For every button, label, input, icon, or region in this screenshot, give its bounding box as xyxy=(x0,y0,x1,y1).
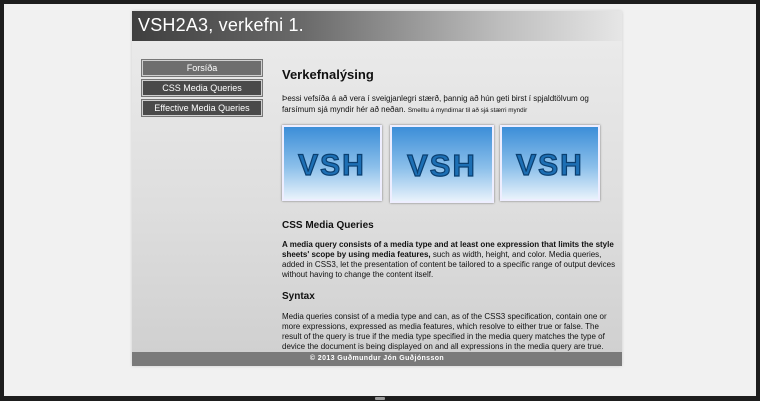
intro-hint: Smelltu á myndirnar til að sjá stærri my… xyxy=(407,107,528,114)
page-heading: Verkefnalýsing xyxy=(282,67,374,82)
section-heading-syntax: Syntax xyxy=(282,291,315,302)
section-text-syntax: Media queries consist of a media type an… xyxy=(282,312,607,351)
intro-text: Þessi vefsíða á að vera í sveigjanlegri … xyxy=(282,93,612,116)
sidebar-nav: Forsíða CSS Media Queries Effective Medi… xyxy=(142,60,262,120)
vsh-thumbnail-3[interactable]: VSH xyxy=(500,125,600,201)
section-text-css-media-queries: A media query consists of a media type a… xyxy=(282,240,618,280)
nav-item-css-media-queries[interactable]: CSS Media Queries xyxy=(142,80,262,96)
vsh-logo-image: VSH xyxy=(516,148,584,182)
thumb-text: VSH xyxy=(407,148,477,183)
vsh-thumbnail-2[interactable]: VSH xyxy=(390,125,494,203)
thumb-text: VSH xyxy=(516,149,584,182)
thumb-text: VSH xyxy=(298,149,366,182)
nav-item-effective-media-queries[interactable]: Effective Media Queries xyxy=(142,100,262,116)
vsh-thumbnail-1[interactable]: VSH xyxy=(282,125,382,201)
resize-grip[interactable] xyxy=(375,397,385,400)
vsh-logo-image: VSH xyxy=(298,148,366,182)
site-title: VSH2A3, verkefni 1. xyxy=(138,15,304,35)
site-header: VSH2A3, verkefni 1. xyxy=(132,11,622,41)
section-heading-css-media-queries: CSS Media Queries xyxy=(282,220,374,231)
site-footer: © 2013 Guðmundur Jón Guðjónsson xyxy=(132,352,622,366)
nav-item-forsida[interactable]: Forsíða xyxy=(142,60,262,76)
vsh-logo-image: VSH xyxy=(407,147,477,183)
main-content: Verkefnalýsing Þessi vefsíða á að vera í… xyxy=(282,67,615,351)
page-container: VSH2A3, verkefni 1. Forsíða CSS Media Qu… xyxy=(132,11,622,366)
